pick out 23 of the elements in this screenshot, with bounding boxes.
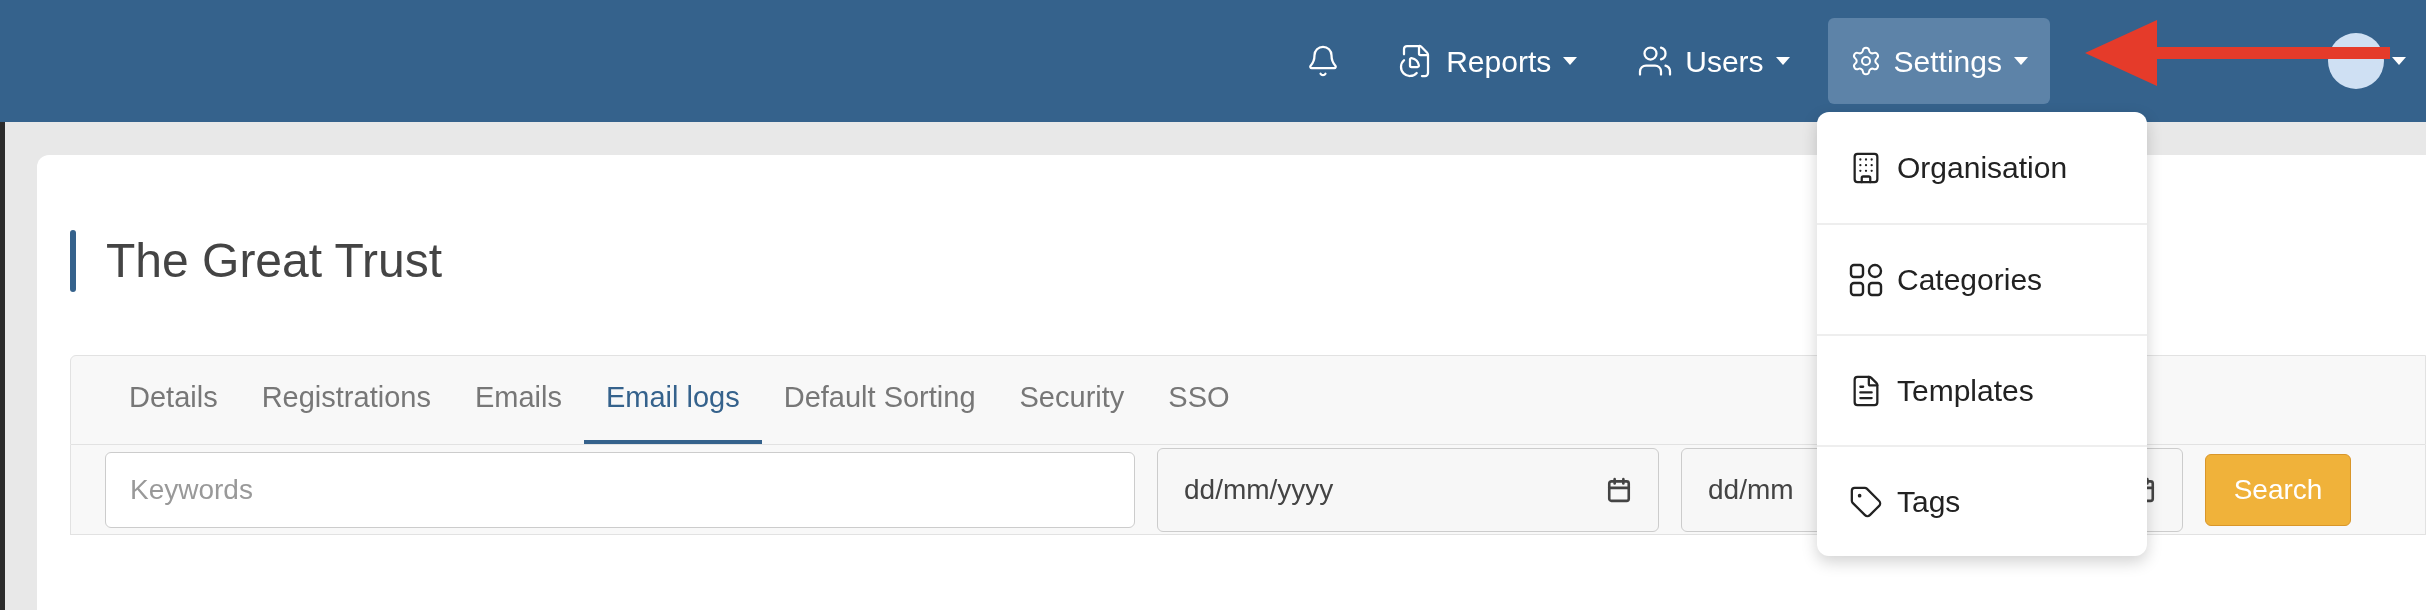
menu-item[interactable]: Templates bbox=[1817, 334, 2147, 445]
tab[interactable]: Details bbox=[107, 356, 240, 444]
nav-menu[interactable]: Settings bbox=[1827, 18, 2050, 104]
date-field[interactable]: dd/mm/yyyy bbox=[1157, 447, 1659, 532]
caret-icon bbox=[1775, 57, 1790, 65]
nav-menu[interactable]: Users bbox=[1615, 18, 1812, 104]
caret-icon bbox=[2014, 57, 2028, 65]
tab[interactable]: Default Sorting bbox=[761, 356, 998, 444]
tab[interactable]: Emails bbox=[452, 356, 584, 444]
calendar-icon bbox=[1606, 476, 1632, 503]
nav-menu[interactable]: Reports bbox=[1376, 18, 1600, 104]
tab[interactable]: Security bbox=[997, 356, 1147, 444]
caret-icon bbox=[1563, 57, 1578, 65]
menu-item[interactable]: Organisation bbox=[1817, 112, 2147, 223]
grid-icon bbox=[1849, 262, 1883, 297]
caret-icon bbox=[2392, 57, 2406, 65]
tab[interactable]: SSO bbox=[1146, 356, 1252, 444]
menu-item[interactable]: Tags bbox=[1817, 445, 2147, 556]
menu-item[interactable]: Categories bbox=[1817, 223, 2147, 334]
tab[interactable]: Registrations bbox=[239, 356, 453, 444]
tag-icon bbox=[1849, 484, 1883, 519]
keywords-field[interactable]: Keywords bbox=[105, 451, 1135, 528]
page-title: The Great Trust bbox=[106, 233, 443, 289]
